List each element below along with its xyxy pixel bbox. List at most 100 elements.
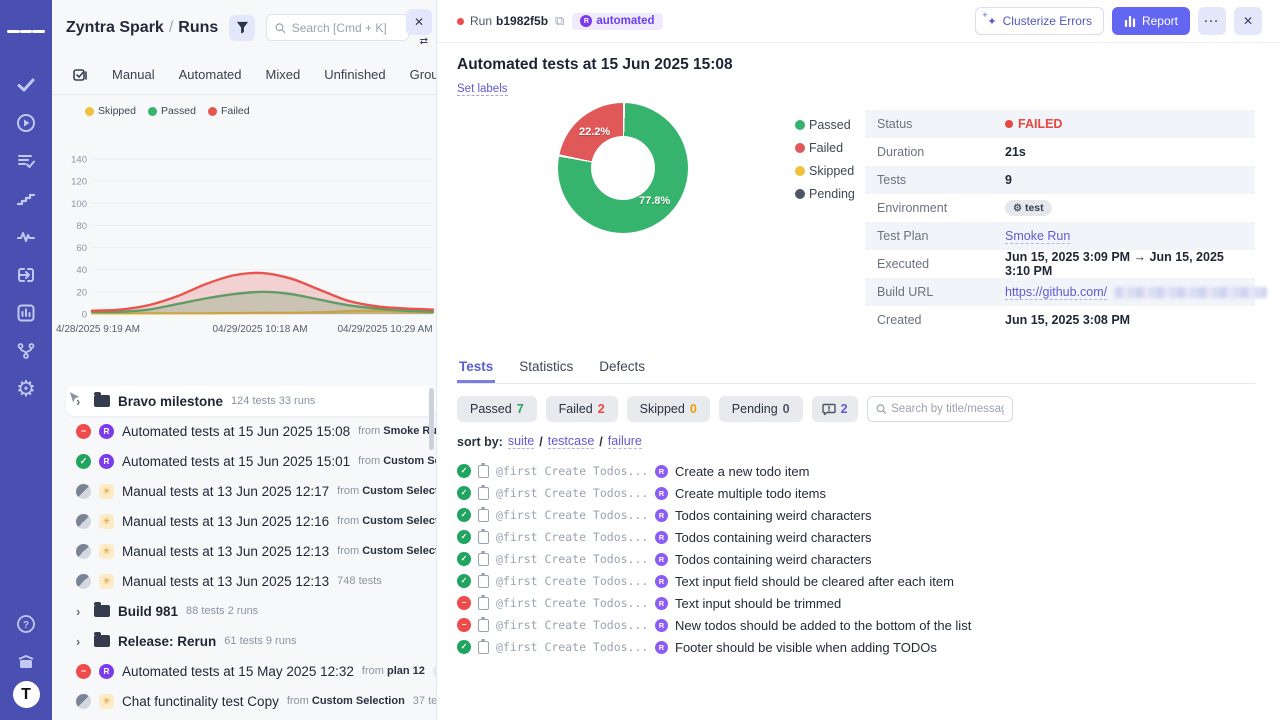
steps-icon[interactable]	[7, 180, 45, 218]
menu-icon[interactable]	[7, 12, 45, 50]
app-logo[interactable]: T	[13, 681, 40, 708]
test-row[interactable]: ✓@first Create Todos...RFooter should be…	[457, 636, 1255, 658]
branch-icon[interactable]	[7, 332, 45, 370]
status-partial-icon	[76, 484, 91, 499]
runs-tab-groups[interactable]: Groups	[410, 67, 437, 82]
filter-pill-pending[interactable]: Pending0	[719, 396, 803, 422]
pill-label: Skipped	[640, 402, 685, 416]
comments-pill[interactable]: 2	[812, 396, 858, 422]
runs-list-run-row[interactable]: −RAutomated tests at 15 Jun 2025 15:08fr…	[52, 416, 436, 446]
import-icon[interactable]	[7, 256, 45, 294]
detail-row-build-url: Build URLhttps://github.com/	[865, 278, 1255, 306]
run-detail-panel: Run b1982f5b ⧉ R automated ✦ Clusterize …	[437, 0, 1280, 720]
tab-statistics[interactable]: Statistics	[517, 353, 575, 383]
runs-list-run-row[interactable]: ✳Manual tests at 13 Jun 2025 12:13748 te…	[52, 566, 436, 596]
select-runs-icon[interactable]	[72, 67, 88, 83]
legend-item-failed: Failed	[208, 105, 250, 117]
donut-failed-label: 22.2%	[579, 126, 610, 138]
detail-value: 21s	[1005, 145, 1026, 159]
svg-text:20: 20	[76, 287, 87, 298]
set-labels-link[interactable]: Set labels	[457, 83, 508, 96]
svg-text:?: ?	[23, 620, 29, 631]
runs-list-run-row[interactable]: ✳Manual tests at 13 Jun 2025 12:13from C…	[52, 536, 436, 566]
test-row[interactable]: ✓@first Create Todos...RCreate a new tod…	[457, 460, 1255, 482]
more-button[interactable]: ...	[1198, 7, 1226, 35]
analytics-icon[interactable]	[7, 294, 45, 332]
test-row[interactable]: ✓@first Create Todos...RTodos containing…	[457, 526, 1255, 548]
test-row[interactable]: −@first Create Todos...RText input shoul…	[457, 592, 1255, 614]
test-row[interactable]: ✓@first Create Todos...RTodos containing…	[457, 504, 1255, 526]
tests-search	[867, 396, 1013, 422]
runs-tab-mixed[interactable]: Mixed	[266, 67, 301, 82]
scrollbar-thumb[interactable]	[429, 388, 434, 450]
runs-list-run-row[interactable]: ✳Manual tests at 13 Jun 2025 12:17from C…	[52, 476, 436, 506]
runs-list-folder-row[interactable]: ›Build 98188 tests 2 runs	[52, 596, 436, 626]
manual-icon: ✳	[99, 484, 114, 499]
sort-by-testcase[interactable]: testcase	[548, 434, 595, 449]
runs-tab-manual[interactable]: Manual	[112, 67, 155, 82]
runs-list-run-row[interactable]: ✓RAutomated tests at 15 Jun 2025 15:01fr…	[52, 446, 436, 476]
run-title: Automated tests at 15 Jun 2025 15:08	[457, 56, 1255, 74]
run-name: Automated tests at 15 Jun 2025 15:08	[122, 424, 350, 439]
help-icon[interactable]: ?	[7, 605, 45, 643]
chevron-right-icon[interactable]: ›	[76, 604, 86, 619]
runs-list-run-row[interactable]: −RAutomated tests at 15 May 2025 12:32fr…	[52, 656, 436, 686]
runs-list-run-row[interactable]: ✳Chat functinality test Copyfrom Custom …	[52, 686, 436, 716]
legend-item-skipped: Skipped	[85, 105, 136, 117]
run-type-badge: R automated	[572, 13, 662, 30]
test-row[interactable]: −@first Create Todos...RNew todos should…	[457, 614, 1255, 636]
status-failed-icon: −	[76, 664, 91, 679]
build-url-link[interactable]: https://github.com/	[1005, 285, 1107, 300]
mouse-cursor-icon	[68, 390, 81, 406]
sort-toggle-icon[interactable]: ⇄	[420, 36, 428, 47]
filter-pill-failed[interactable]: Failed2	[546, 396, 618, 422]
runs-tab-unfinished[interactable]: Unfinished	[324, 67, 385, 82]
svg-text:80: 80	[76, 221, 87, 232]
test-row[interactable]: ✓@first Create Todos...RText input field…	[457, 570, 1255, 592]
run-play-icon[interactable]	[7, 104, 45, 142]
checklist-icon[interactable]	[7, 142, 45, 180]
copy-icon[interactable]: ⧉	[555, 13, 564, 29]
tab-tests[interactable]: Tests	[457, 353, 495, 383]
sort-by-failure[interactable]: failure	[608, 434, 642, 449]
test-plan-link[interactable]: Smoke Run	[1005, 229, 1070, 244]
tab-defects[interactable]: Defects	[597, 353, 647, 383]
runs-list-folder-row[interactable]: ›Release: Rerun61 tests 9 runs	[52, 626, 436, 656]
clusterize-errors-button[interactable]: ✦ Clusterize Errors	[975, 7, 1104, 35]
clipboard-icon	[478, 553, 489, 566]
runs-list-run-row[interactable]: ✳Manual tests at 13 Jun 2025 12:16from C…	[52, 506, 436, 536]
legend-dot-icon	[795, 166, 805, 176]
report-button[interactable]: Report	[1112, 7, 1190, 35]
chevron-right-icon[interactable]: ›	[76, 634, 86, 649]
donut-passed-label: 77.8%	[639, 195, 670, 207]
automated-icon: R	[655, 597, 668, 610]
runs-tab-automated[interactable]: Automated	[179, 67, 242, 82]
close-detail-button[interactable]: ✕	[1234, 7, 1262, 35]
status-partial-icon	[76, 694, 91, 709]
project-name[interactable]: Zyntra Spark	[66, 19, 164, 36]
test-suite-path: @first Create Todos...	[496, 464, 648, 478]
filter-pill-passed[interactable]: Passed7	[457, 396, 537, 422]
legend-dot-icon	[795, 143, 805, 153]
runs-list-folder-row[interactable]: ›Bravo milestone124 tests 33 runs	[66, 386, 436, 416]
detail-row-tests: Tests9	[865, 166, 1255, 194]
test-list: ✓@first Create Todos...RCreate a new tod…	[457, 460, 1255, 658]
legend-dot-icon	[795, 120, 805, 130]
detail-label: Build URL	[877, 285, 1005, 299]
settings-icon[interactable]: ⚙	[7, 370, 45, 408]
test-row[interactable]: ✓@first Create Todos...RCreate multiple …	[457, 482, 1255, 504]
tests-search-input[interactable]	[891, 403, 1003, 415]
activity-icon[interactable]	[7, 218, 45, 256]
runs-search-input[interactable]	[292, 21, 401, 35]
folder-name: Release: Rerun	[118, 634, 216, 649]
panel-close-button[interactable]: ✕	[406, 9, 432, 35]
library-icon[interactable]	[7, 643, 45, 681]
check-icon[interactable]	[7, 66, 45, 104]
filter-pill-skipped[interactable]: Skipped0	[627, 396, 710, 422]
run-meta: 37 tests	[413, 695, 437, 707]
test-suite-path: @first Create Todos...	[496, 486, 648, 500]
manual-icon: ✳	[99, 694, 114, 709]
filter-button[interactable]	[229, 15, 255, 41]
test-row[interactable]: ✓@first Create Todos...RTodos containing…	[457, 548, 1255, 570]
sort-by-suite[interactable]: suite	[508, 434, 534, 449]
